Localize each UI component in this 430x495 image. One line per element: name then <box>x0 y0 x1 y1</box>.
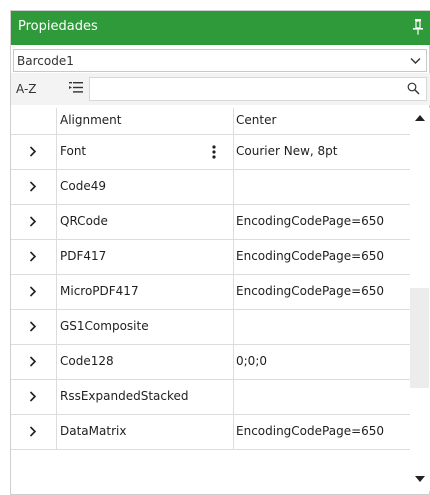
property-row[interactable]: GS1Composite <box>11 310 410 345</box>
property-value[interactable]: Courier New, 8pt <box>236 144 337 158</box>
scroll-down-icon[interactable] <box>415 476 425 482</box>
chevron-right-icon[interactable] <box>29 321 37 332</box>
vertical-scrollbar[interactable] <box>410 108 430 491</box>
object-selector[interactable]: Barcode1 <box>13 49 427 72</box>
search-box[interactable] <box>89 77 427 101</box>
property-row[interactable]: Code49 <box>11 170 410 205</box>
column-divider[interactable] <box>233 108 234 134</box>
property-name: RssExpandedStacked <box>60 389 189 403</box>
column-divider[interactable] <box>233 135 234 169</box>
property-value[interactable]: EncodingCodePage=650 <box>236 424 384 438</box>
column-divider[interactable] <box>233 170 234 204</box>
column-divider[interactable] <box>233 205 234 239</box>
more-options-icon[interactable] <box>212 145 216 159</box>
property-name: GS1Composite <box>60 319 149 333</box>
chevron-right-icon[interactable] <box>29 251 37 262</box>
property-name: MicroPDF417 <box>60 284 139 298</box>
property-name: Alignment <box>60 113 122 127</box>
property-row[interactable]: MicroPDF417 EncodingCodePage=650 <box>11 275 410 310</box>
property-row[interactable]: Alignment Center <box>11 108 410 135</box>
scrollbar-thumb[interactable] <box>410 288 429 388</box>
chevron-right-icon[interactable] <box>29 216 37 227</box>
property-row[interactable]: Font Courier New, 8pt <box>11 135 410 170</box>
chevron-right-icon[interactable] <box>29 146 37 157</box>
chevron-right-icon[interactable] <box>29 181 37 192</box>
chevron-right-icon[interactable] <box>29 286 37 297</box>
sort-alphabetical-button[interactable]: A-Z <box>16 82 37 96</box>
property-value[interactable]: EncodingCodePage=650 <box>236 249 384 263</box>
selected-object: Barcode1 <box>17 54 74 68</box>
categorized-icon[interactable] <box>68 81 84 95</box>
pin-icon[interactable] <box>412 18 424 36</box>
property-name: DataMatrix <box>60 424 127 438</box>
column-divider[interactable] <box>233 345 234 379</box>
property-name: Code128 <box>60 354 114 368</box>
search-icon[interactable] <box>407 82 420 95</box>
property-value[interactable]: 0;0;0 <box>236 354 267 368</box>
chevron-right-icon[interactable] <box>29 391 37 402</box>
property-name: QRCode <box>60 214 108 228</box>
property-row[interactable]: DataMatrix EncodingCodePage=650 <box>11 415 410 450</box>
property-value[interactable]: EncodingCodePage=650 <box>236 284 384 298</box>
property-value[interactable]: Center <box>236 113 276 127</box>
properties-toolbar: A-Z <box>11 73 430 105</box>
search-input[interactable] <box>94 79 398 101</box>
property-name: Code49 <box>60 179 106 193</box>
row-gutter <box>11 108 57 134</box>
property-grid: Alignment Center Font Courier New, 8pt C… <box>11 108 410 488</box>
panel-header: Propiedades <box>11 11 430 45</box>
chevron-right-icon[interactable] <box>29 356 37 367</box>
property-row[interactable]: Code128 0;0;0 <box>11 345 410 380</box>
column-divider[interactable] <box>233 415 234 449</box>
scroll-up-icon[interactable] <box>415 115 425 121</box>
chevron-right-icon[interactable] <box>29 426 37 437</box>
property-value[interactable]: EncodingCodePage=650 <box>236 214 384 228</box>
panel-title: Propiedades <box>18 19 98 34</box>
column-divider[interactable] <box>233 240 234 274</box>
property-row[interactable]: RssExpandedStacked <box>11 380 410 415</box>
property-name: Font <box>60 144 87 158</box>
column-divider[interactable] <box>233 380 234 414</box>
property-row[interactable]: PDF417 EncodingCodePage=650 <box>11 240 410 275</box>
chevron-down-icon[interactable] <box>410 57 421 65</box>
properties-panel: Propiedades Barcode1 A-Z Alignment Cente… <box>10 10 430 495</box>
column-divider[interactable] <box>233 310 234 344</box>
property-row[interactable]: QRCode EncodingCodePage=650 <box>11 205 410 240</box>
property-name: PDF417 <box>60 249 107 263</box>
column-divider[interactable] <box>233 275 234 309</box>
